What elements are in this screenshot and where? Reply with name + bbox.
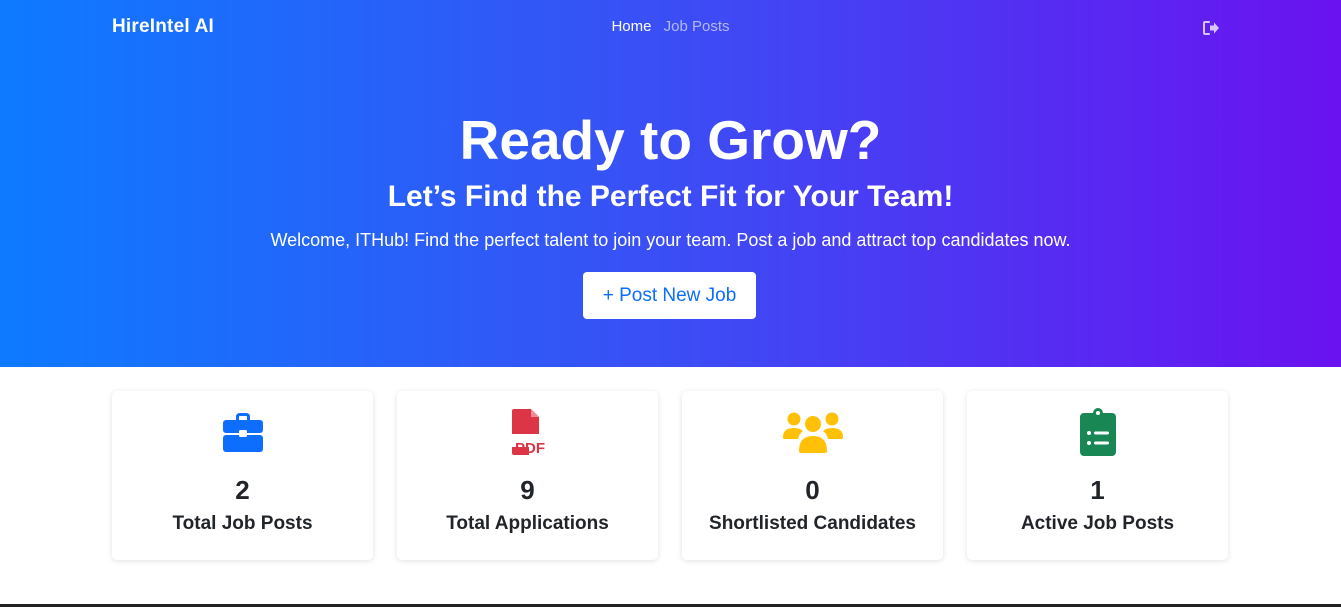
nav-link-home[interactable]: Home xyxy=(611,18,651,35)
stat-card-total-job-posts: 2 Total Job Posts xyxy=(112,391,373,560)
hero-subtitle: Let’s Find the Perfect Fit for Your Team… xyxy=(387,180,954,213)
hero-welcome-text: Welcome, ITHub! Find the perfect talent … xyxy=(270,230,1071,250)
stat-card-shortlisted-candidates: 0 Shortlisted Candidates xyxy=(682,391,943,560)
stat-value: 0 xyxy=(805,475,820,505)
people-icon xyxy=(682,407,943,457)
stat-label: Total Applications xyxy=(446,513,609,534)
svg-text:PDF: PDF xyxy=(515,440,545,457)
clipboard-list-icon xyxy=(967,407,1228,457)
stat-value: 2 xyxy=(235,475,250,505)
hero-title: Ready to Grow? xyxy=(459,109,882,171)
post-new-job-button[interactable]: + Post New Job xyxy=(583,272,756,319)
stat-value: 9 xyxy=(520,475,535,505)
stat-label: Active Job Posts xyxy=(1020,513,1175,534)
nav-link-job-posts[interactable]: Job Posts xyxy=(664,18,730,35)
navbar: HireIntel AI Home Job Posts xyxy=(0,0,1341,56)
sign-out-icon[interactable] xyxy=(1202,19,1220,37)
stat-label: Total Job Posts xyxy=(172,513,313,534)
briefcase-icon xyxy=(112,407,373,457)
pdf-file-icon: PDF xyxy=(397,407,658,457)
stat-card-active-job-posts: 1 Active Job Posts xyxy=(967,391,1228,560)
nav-links: Home Job Posts xyxy=(0,18,1341,35)
stat-value: 1 xyxy=(1090,475,1105,505)
stat-label: Shortlisted Candidates xyxy=(709,513,916,534)
stat-card-total-applications: PDF 9 Total Applications xyxy=(397,391,658,560)
hero-section: HireIntel AI Home Job Posts Ready to Gro… xyxy=(0,0,1341,367)
